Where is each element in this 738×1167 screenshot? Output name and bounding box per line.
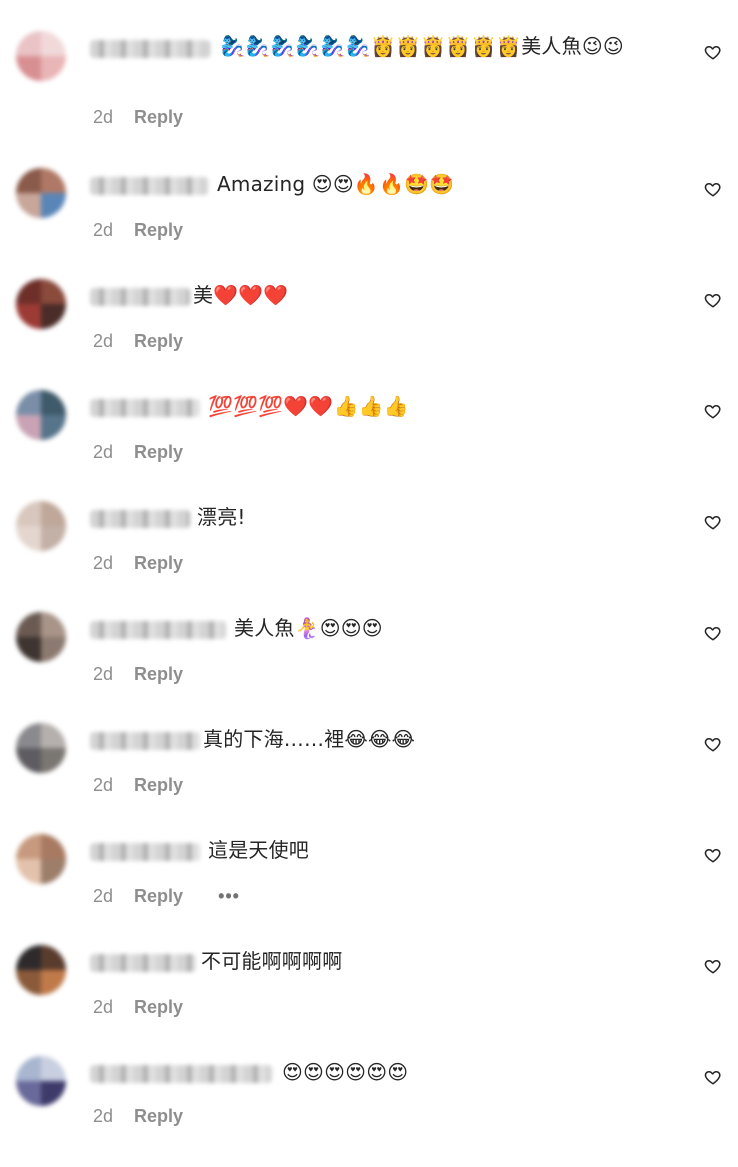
reply-button[interactable]: Reply <box>134 1106 183 1127</box>
comment-text: Amazing 😍😍🔥🔥🤩🤩 <box>217 172 455 196</box>
reply-button[interactable]: Reply <box>134 331 183 352</box>
username-blurred[interactable] <box>90 177 208 195</box>
comment-age: 2d <box>93 997 114 1017</box>
username-blurred[interactable] <box>90 399 200 417</box>
comment-age: 2d <box>93 331 114 351</box>
more-options-button[interactable]: ••• <box>218 886 240 907</box>
heart-outline-icon[interactable] <box>704 43 722 61</box>
comment-item: 美人魚🧜‍♀️😍😍😍 2d Reply <box>0 612 738 723</box>
comment-age: 2d <box>93 220 114 240</box>
comment-meta: 2d Reply <box>93 553 183 574</box>
heart-outline-icon[interactable] <box>704 291 722 309</box>
comment-text: 美❤️❤️❤️ <box>193 283 289 307</box>
username-blurred[interactable] <box>90 510 190 528</box>
comment-item: 不可能啊啊啊啊 2d Reply <box>0 945 738 1056</box>
avatar[interactable] <box>16 723 66 773</box>
comment-age: 2d <box>93 664 114 684</box>
heart-outline-icon[interactable] <box>704 180 722 198</box>
comment-meta: 2d Reply <box>93 664 183 685</box>
reply-button[interactable]: Reply <box>134 997 183 1018</box>
comment-age: 2d <box>93 886 114 906</box>
comment-age: 2d <box>93 775 114 795</box>
comment-text: 漂亮! <box>197 505 246 529</box>
comment-item: 💯💯💯❤️❤️👍👍👍 2d Reply <box>0 390 738 501</box>
comment-age: 2d <box>93 107 114 127</box>
comment-text: 不可能啊啊啊啊 <box>201 949 343 973</box>
comment-meta: 2d Reply <box>93 775 183 796</box>
comment-age: 2d <box>93 553 114 573</box>
avatar[interactable] <box>16 1056 66 1106</box>
avatar[interactable] <box>16 279 66 329</box>
comment-meta: 2d Reply <box>93 220 183 241</box>
heart-outline-icon[interactable] <box>704 1068 722 1086</box>
reply-button[interactable]: Reply <box>134 664 183 685</box>
username-blurred[interactable] <box>90 288 190 306</box>
username-blurred[interactable] <box>90 40 210 58</box>
comment-item: Amazing 😍😍🔥🔥🤩🤩 2d Reply <box>0 168 738 279</box>
heart-outline-icon[interactable] <box>704 957 722 975</box>
username-blurred[interactable] <box>90 732 200 750</box>
comment-meta: 2d Reply <box>93 331 183 352</box>
avatar[interactable] <box>16 390 66 440</box>
comment-meta: 2d Reply <box>93 1106 183 1127</box>
comment-meta: 2d Reply <box>93 107 183 128</box>
avatar[interactable] <box>16 31 66 81</box>
comment-age: 2d <box>93 1106 114 1126</box>
reply-button[interactable]: Reply <box>134 553 183 574</box>
comment-item: 美❤️❤️❤️ 2d Reply <box>0 279 738 390</box>
comment-text: 🧞‍♀️🧞‍♀️🧞‍♀️🧞‍♀️🧞‍♀️🧞‍♀️👸👸👸👸👸👸美人魚😉😉 <box>220 34 624 58</box>
comment-text: 😍😍😍😍😍😍 <box>282 1060 409 1084</box>
comment-text: 💯💯💯❤️❤️👍👍👍 <box>208 394 409 418</box>
comment-item: 漂亮! 2d Reply <box>0 501 738 612</box>
avatar[interactable] <box>16 168 66 218</box>
avatar[interactable] <box>16 945 66 995</box>
username-blurred[interactable] <box>90 954 196 972</box>
comment-item: 真的下海……裡😂😂😂 2d Reply <box>0 723 738 834</box>
avatar[interactable] <box>16 834 66 884</box>
avatar[interactable] <box>16 501 66 551</box>
heart-outline-icon[interactable] <box>704 846 722 864</box>
comment-item: 😍😍😍😍😍😍 2d Reply <box>0 1056 738 1167</box>
heart-outline-icon[interactable] <box>704 735 722 753</box>
comment-item: 這是天使吧 2d Reply ••• <box>0 834 738 945</box>
comment-text: 美人魚🧜‍♀️😍😍😍 <box>234 616 383 640</box>
avatar[interactable] <box>16 612 66 662</box>
username-blurred[interactable] <box>90 1065 272 1083</box>
comment-item: 🧞‍♀️🧞‍♀️🧞‍♀️🧞‍♀️🧞‍♀️🧞‍♀️👸👸👸👸👸👸美人魚😉😉 2d R… <box>0 31 738 142</box>
reply-button[interactable]: Reply <box>134 775 183 796</box>
username-blurred[interactable] <box>90 843 200 861</box>
reply-button[interactable]: Reply <box>134 886 183 907</box>
comment-meta: 2d Reply ••• <box>93 886 240 907</box>
comment-age: 2d <box>93 442 114 462</box>
reply-button[interactable]: Reply <box>134 442 183 463</box>
heart-outline-icon[interactable] <box>704 624 722 642</box>
comment-meta: 2d Reply <box>93 442 183 463</box>
comment-meta: 2d Reply <box>93 997 183 1018</box>
reply-button[interactable]: Reply <box>134 107 183 128</box>
heart-outline-icon[interactable] <box>704 513 722 531</box>
comment-text: 真的下海……裡😂😂😂 <box>203 727 416 751</box>
reply-button[interactable]: Reply <box>134 220 183 241</box>
heart-outline-icon[interactable] <box>704 402 722 420</box>
comment-text: 這是天使吧 <box>208 838 309 862</box>
username-blurred[interactable] <box>90 621 226 639</box>
